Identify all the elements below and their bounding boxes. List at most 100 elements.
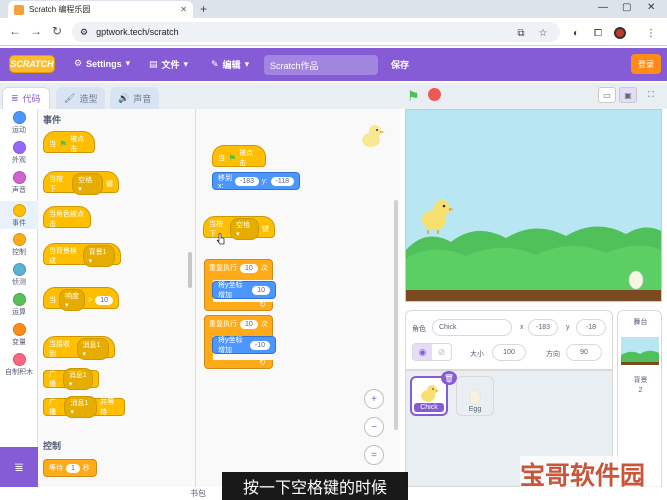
close-window-icon[interactable]: ✕ [647, 2, 655, 13]
translate-icon[interactable]: ◐ [570, 27, 582, 39]
block-when-flag-clicked[interactable]: 当 ⚑ 被点击 [43, 131, 95, 153]
block-text: 重复执行 [209, 321, 237, 328]
settings-menu[interactable]: ⚙ Settings ▾ [74, 58, 130, 69]
add-extension-button[interactable]: ⩸ [0, 447, 38, 487]
login-button[interactable]: 登录 [631, 54, 661, 74]
scratch-logo[interactable]: SCRATCH [9, 55, 55, 73]
script-area[interactable]: 当 ⚑ 被点击 移到 x: -183 y: -118 当按下 空格 ▾ 键 重复执行 10 次 ↻… [196, 109, 400, 487]
block-wait[interactable]: 等待 1 秒 [43, 459, 97, 477]
zoom-reset-button[interactable]: = [364, 445, 384, 465]
stage-canvas[interactable] [405, 109, 662, 302]
delete-sprite-button[interactable]: 🗑 [441, 371, 457, 385]
close-tab-icon[interactable]: ✕ [180, 5, 187, 14]
project-title-input[interactable]: Scratch作品 [264, 55, 378, 75]
normal-stage-button[interactable]: ▣ [619, 87, 637, 103]
script-change-y-1[interactable]: 将y坐标增加 10 [212, 281, 276, 299]
bookmark-star-icon[interactable]: ☆ [537, 27, 549, 39]
category-myblocks[interactable]: 自制积木 [0, 353, 38, 379]
zoom-out-button[interactable]: − [364, 417, 384, 437]
script-change-y-2[interactable]: 将y坐标增加 -10 [212, 336, 276, 354]
block-broadcast[interactable]: 广播 消息1 ▾ [43, 368, 99, 390]
message-dropdown[interactable]: 消息1 ▾ [64, 396, 98, 418]
edit-menu[interactable]: ✎ 编辑 ▾ [211, 58, 249, 71]
change-y-input[interactable]: -10 [249, 340, 270, 350]
site-info-icon[interactable]: ⚙ [80, 27, 88, 38]
green-flag-icon: ⚑ [407, 88, 420, 104]
block-when-sprite-clicked[interactable]: 当角色被点击 [43, 206, 91, 228]
zoom-in-button[interactable]: + [364, 389, 384, 409]
category-label: 侦测 [12, 279, 26, 286]
category-control[interactable]: 控制 [0, 233, 38, 259]
category-label: 声音 [12, 187, 26, 194]
sprite-y-input[interactable]: -18 [576, 319, 606, 336]
new-tab-icon[interactable]: + [200, 2, 207, 16]
sprite-size-input[interactable]: 100 [492, 344, 526, 361]
block-broadcast-and-wait[interactable]: 广播 消息1 ▾ 并等待 [43, 396, 125, 418]
small-stage-button[interactable]: ▭ [598, 87, 616, 103]
stop-button[interactable] [428, 88, 441, 101]
backdrop-thumbnail-icon[interactable] [621, 337, 659, 365]
message-dropdown[interactable]: 消息1 ▾ [76, 338, 109, 360]
backpack-label[interactable]: 书包 [190, 488, 206, 499]
egg-sprite[interactable] [628, 268, 644, 290]
key-dropdown[interactable]: 空格 ▾ [72, 173, 103, 195]
fullscreen-button[interactable]: ⛶ [642, 87, 660, 103]
y-input[interactable]: -118 [270, 176, 294, 186]
minimize-icon[interactable]: — [598, 2, 608, 13]
sprite-direction-input[interactable]: 90 [566, 344, 602, 361]
repeat-count-input[interactable]: 10 [240, 319, 258, 329]
category-operators[interactable]: 运算 [0, 293, 38, 319]
category-variables[interactable]: 变量 [0, 323, 38, 349]
tab-sounds-label: 声音 [133, 93, 152, 104]
forward-icon[interactable]: → [30, 24, 42, 38]
reload-icon[interactable]: ↻ [52, 24, 62, 38]
sprite-name-input[interactable]: Chick [432, 319, 512, 336]
visibility-toggle[interactable]: ◉ ⊘ [412, 343, 452, 361]
threshold-input[interactable]: 10 [95, 295, 113, 305]
hide-eye-icon[interactable]: ⊘ [432, 344, 451, 360]
sprite-tile-egg[interactable]: Egg [456, 376, 494, 416]
change-y-input[interactable]: 10 [252, 285, 270, 295]
script-go-to-xy[interactable]: 移到 x: -183 y: -118 [212, 172, 300, 190]
chick-sprite[interactable] [418, 195, 454, 235]
backdrop-dropdown[interactable]: 背景1 ▾ [82, 245, 115, 267]
block-when-key-pressed[interactable]: 当按下 空格 ▾ 键 [43, 171, 119, 195]
x-input[interactable]: -183 [235, 176, 260, 186]
category-label: 运动 [12, 127, 26, 134]
category-sound[interactable]: 声音 [0, 171, 38, 197]
block-when-backdrop-switches[interactable]: 当背景换成 背景1 ▾ [43, 243, 121, 267]
tab-costumes[interactable]: 🖌 造型 [56, 87, 106, 109]
script-when-key-pressed[interactable]: 当按下 空格 ▾ 键 [203, 216, 275, 240]
palette-scrollbar[interactable] [188, 252, 192, 288]
profile-avatar[interactable] [614, 27, 626, 39]
back-icon[interactable]: ← [9, 24, 21, 38]
category-motion[interactable]: 运动 [0, 111, 38, 137]
tab-code[interactable]: ≣ 代码 [2, 87, 50, 109]
browser-tab[interactable]: Scratch 编程乐园 ✕ [8, 1, 193, 18]
events-section-header: 事件 [43, 115, 62, 125]
category-looks[interactable]: 外观 [0, 141, 38, 167]
tab-sounds[interactable]: 🔊 声音 [110, 87, 160, 109]
category-sensing[interactable]: 侦测 [0, 263, 38, 289]
key-dropdown[interactable]: 空格 ▾ [230, 218, 259, 240]
install-icon[interactable]: ⧉ [515, 27, 527, 39]
maximize-icon[interactable]: ▢ [622, 2, 631, 13]
script-when-flag-clicked[interactable]: 当 ⚑ 被点击 [212, 145, 266, 167]
category-events[interactable]: 事件 [0, 201, 38, 229]
more-menu-icon[interactable]: ⋮ [645, 27, 657, 39]
extensions-icon[interactable]: ⧠ [592, 27, 604, 39]
block-when-receive[interactable]: 当接收到 消息1 ▾ [43, 336, 115, 360]
sprite-x-input[interactable]: -183 [528, 319, 558, 336]
message-dropdown[interactable]: 消息1 ▾ [62, 368, 93, 390]
wait-seconds-input[interactable]: 1 [66, 463, 80, 473]
repeat-count-input[interactable]: 10 [240, 263, 258, 273]
file-menu[interactable]: ▤ 文件 ▾ [149, 58, 188, 71]
show-eye-icon[interactable]: ◉ [413, 344, 432, 360]
sensor-dropdown[interactable]: 响度 ▾ [59, 289, 86, 311]
green-flag-button[interactable]: ⚑ [407, 88, 420, 105]
block-text: 当按下 [49, 176, 63, 193]
script-area-scrollbar[interactable] [394, 200, 398, 430]
save-button[interactable]: 保存 [391, 58, 409, 71]
block-when-greater-than[interactable]: 当响度 ▾ >10 [43, 287, 119, 311]
url-bar[interactable]: ⚙ gptwork.tech/scratch [72, 22, 560, 42]
